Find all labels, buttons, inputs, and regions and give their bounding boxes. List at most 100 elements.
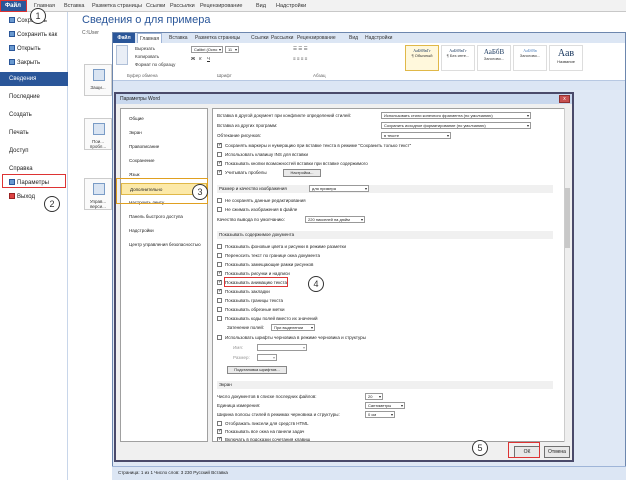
row-crop-marks[interactable]: Показывать обрезные метки [217, 306, 284, 314]
nav-share[interactable]: Доступ [0, 144, 68, 158]
row-ins-key[interactable]: Использовать клавишу INS для вставки [217, 151, 308, 159]
style-normal[interactable]: АаБбВвГг ¶ Обычный [405, 45, 439, 71]
inner-tab-view[interactable]: Вид [349, 33, 358, 43]
checkbox[interactable] [217, 244, 222, 250]
nav-save-as[interactable]: Сохранить как [0, 28, 68, 42]
checkbox[interactable] [217, 421, 222, 427]
outer-tab-insert[interactable]: Вставка [64, 1, 84, 11]
draft-size-select[interactable] [257, 354, 277, 361]
row-text-bounds[interactable]: Показывать границы текста [217, 297, 283, 305]
checkbox[interactable] [217, 262, 222, 268]
image-doc-select[interactable]: для примера [309, 185, 369, 192]
nav-new[interactable]: Создать [0, 108, 68, 122]
bold-button[interactable]: Ж [191, 56, 195, 61]
outer-tab-references[interactable]: Ссылки [146, 1, 165, 11]
inner-tab-home[interactable]: Главная [137, 33, 163, 43]
checkbox[interactable] [217, 168, 222, 176]
cat-qat[interactable]: Панель быстрого доступа [121, 211, 207, 223]
cut-button[interactable]: Вырезать [135, 46, 155, 51]
checkbox[interactable] [217, 269, 222, 277]
checkbox[interactable] [217, 253, 222, 259]
quality-select[interactable]: 220 пикселей на дюйм [305, 216, 365, 223]
checkbox[interactable] [217, 316, 222, 322]
paste-conflict-select[interactable]: Использовать стили конечного фрагмента (… [381, 112, 531, 119]
row-windows-taskbar[interactable]: Показывать все окна на панели задач [217, 427, 304, 436]
paste-icon[interactable] [116, 45, 128, 65]
style-width-input[interactable]: 0 см [365, 411, 395, 418]
outer-tab-mailings[interactable]: Рассылки [170, 1, 195, 11]
checkbox[interactable] [217, 335, 222, 341]
inspect-card[interactable]: Пои... пробл... [84, 118, 112, 150]
inner-tab-insert[interactable]: Вставка [169, 33, 188, 43]
copy-button[interactable]: Копировать [135, 54, 159, 59]
inner-file-tab[interactable]: Файл [113, 33, 135, 43]
font-name-select[interactable]: Calibri (Осно [191, 46, 223, 53]
underline-button[interactable]: Ч [207, 56, 210, 61]
recent-count-input[interactable]: 20 [365, 393, 383, 400]
close-icon[interactable]: x [559, 95, 570, 103]
cancel-button[interactable]: Отмена [544, 446, 570, 458]
inner-tab-addins[interactable]: Надстройки [365, 33, 392, 43]
cat-save[interactable]: Сохранение [121, 155, 207, 167]
checkbox[interactable] [217, 307, 222, 313]
row-bg-colors[interactable]: Показывать фоновые цвета и рисунки в реж… [217, 243, 346, 251]
font-size-select[interactable]: 11 [225, 46, 239, 53]
nav-print[interactable]: Печать [0, 126, 68, 140]
style-title[interactable]: Аав Название [549, 45, 583, 71]
nav-close[interactable]: Закрыть [0, 56, 68, 70]
cat-proofing[interactable]: Правописание [121, 141, 207, 153]
inner-tab-layout[interactable]: Разметка страницы [195, 33, 240, 43]
row-bookmarks[interactable]: Показывать закладки [217, 287, 270, 296]
scrollbar-thumb[interactable] [565, 188, 570, 248]
checkbox[interactable] [217, 435, 222, 441]
row-field-codes[interactable]: Показывать коды полей вместо их значений [217, 315, 318, 323]
row-no-compress[interactable]: Не сжимать изображения в файле [217, 206, 297, 214]
checkbox[interactable] [217, 141, 222, 149]
inner-tab-mailings[interactable]: Рассылки [271, 33, 293, 43]
checkbox[interactable] [217, 207, 222, 213]
inner-tab-references[interactable]: Ссылки [251, 33, 269, 43]
checkbox[interactable] [217, 159, 222, 167]
cat-addins[interactable]: Надстройки [121, 225, 207, 237]
units-select[interactable]: Сантиметры [365, 402, 405, 409]
row-no-edit-data[interactable]: Не сохранять данные редактирования [217, 197, 306, 205]
cat-display[interactable]: Экран [121, 127, 207, 139]
bullets-icon[interactable]: ☰ ☰ ☰ [293, 46, 308, 52]
row-smart-spaces[interactable]: Учитывать пробелы [217, 168, 267, 177]
outer-tab-addins[interactable]: Надстройки [276, 1, 306, 11]
checkbox[interactable] [217, 152, 222, 158]
font-substitution-button[interactable]: Подстановка шрифтов... [227, 366, 287, 374]
row-shortcut-tips[interactable]: Включать в подсказки сочетания клавиш [217, 435, 310, 441]
row-wrap-window[interactable]: Переносить текст по границе окна докумен… [217, 252, 320, 260]
protect-card[interactable]: Защи... [84, 64, 112, 96]
settings-button[interactable]: Настройка... [283, 169, 321, 177]
row-keep-bullets[interactable]: Сохранять маркеры и нумерацию при вставк… [217, 141, 411, 150]
inner-tab-review[interactable]: Рецензирование [297, 33, 336, 43]
checkbox[interactable] [217, 287, 222, 295]
style-no-spacing[interactable]: АаБбВвГг ¶ Без инте... [441, 45, 475, 71]
nav-open[interactable]: Открыть [0, 42, 68, 56]
checkbox[interactable] [217, 278, 222, 286]
shading-select[interactable]: При выделении [271, 324, 315, 331]
paste-other-select[interactable]: Сохранить исходное форматирование (по ум… [381, 122, 531, 129]
checkbox[interactable] [217, 427, 222, 435]
row-pixels-html[interactable]: Отображать пиксели для средств HTML [217, 420, 309, 428]
row-draft-font[interactable]: Использовать шрифты черновика в режиме ч… [217, 334, 366, 342]
checkbox[interactable] [217, 298, 222, 304]
cat-trust-center[interactable]: Центр управления безопасностью [121, 239, 207, 251]
row-placeholders[interactable]: Показывать замещающие рамки рисунков [217, 261, 313, 269]
checkbox[interactable] [217, 198, 222, 204]
wrap-select[interactable]: в тексте [381, 132, 451, 139]
outer-tab-review[interactable]: Рецензирование [200, 1, 242, 11]
options-scrollbar[interactable] [564, 108, 570, 442]
row-paste-options[interactable]: Показывать кнопки возможностей вставки п… [217, 159, 368, 168]
nav-recent[interactable]: Последние [0, 90, 68, 104]
nav-info[interactable]: Сведения [0, 72, 68, 86]
draft-name-select[interactable] [257, 344, 307, 351]
outer-tab-layout[interactable]: Разметка страницы [92, 1, 142, 11]
style-heading2[interactable]: АаБбВв Заголово... [513, 45, 547, 71]
outer-tab-view[interactable]: Вид [256, 1, 266, 11]
align-icon[interactable]: ≡ ≡ ≡ ≡ [293, 56, 307, 61]
cat-general[interactable]: Общие [121, 113, 207, 125]
format-painter-button[interactable]: Формат по образцу [135, 62, 175, 67]
